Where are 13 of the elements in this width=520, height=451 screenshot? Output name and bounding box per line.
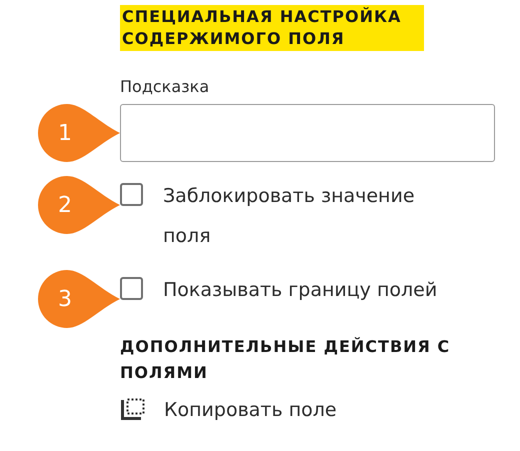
checkbox[interactable]	[120, 277, 143, 300]
checkbox[interactable]	[120, 183, 143, 206]
copy-icon	[120, 398, 146, 422]
checkbox-label: Показывать границу полей	[163, 278, 438, 303]
hint-label: Подсказка	[120, 77, 210, 96]
callout-marker: 2	[38, 176, 120, 234]
hint-field[interactable]	[120, 104, 495, 162]
copy-field-action[interactable]: Копировать поле	[164, 399, 337, 421]
checkbox-label: Заблокировать значение поля	[163, 184, 416, 249]
callout-marker: 3	[38, 270, 120, 328]
callout-marker: 1	[38, 104, 120, 162]
section-heading: СПЕЦИАЛЬНАЯ НАСТРОЙКА СОДЕРЖИМОГО ПОЛЯ	[120, 5, 424, 51]
section-heading: ДОПОЛНИТЕЛЬНЫЕ ДЕЙСТВИЯ С ПОЛЯМИ	[120, 336, 452, 384]
